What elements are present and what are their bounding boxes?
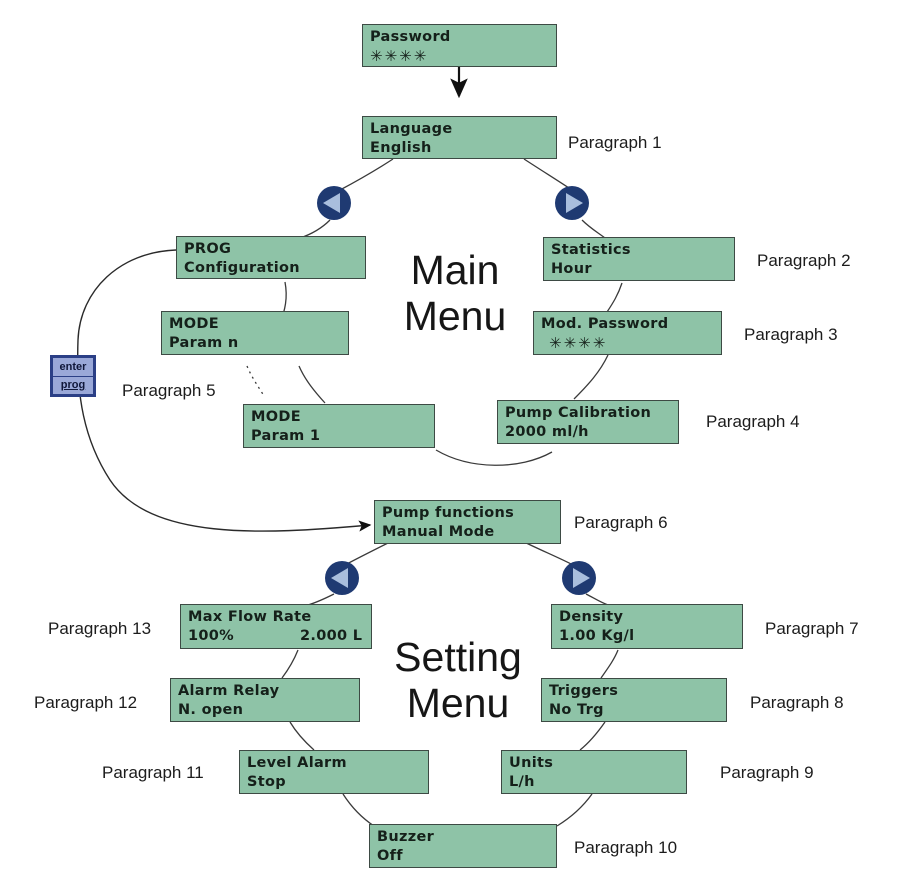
screen-max-flow-rate-line2: 100% 2.000 L [188, 627, 371, 646]
caption-paragraph-6: Paragraph 6 [574, 513, 668, 532]
triangle-right-icon [566, 193, 583, 213]
screen-password[interactable]: Password ✳✳✳✳ [362, 24, 557, 67]
enter-prog-key[interactable]: enter prog [50, 355, 96, 397]
setting-menu-prev-icon[interactable] [325, 561, 359, 595]
screen-max-flow-rate-percent: 100% [188, 628, 234, 644]
wire-mode-param-n-to-mode-param-1 [246, 365, 265, 397]
screen-mod-password-line1: Mod. Password [541, 316, 669, 332]
screen-mode-param-1[interactable]: MODE Param 1 [243, 404, 435, 448]
screen-statistics-line1: Statistics [551, 242, 631, 258]
screen-mode-param-1-line1: MODE [251, 409, 301, 425]
caption-paragraph-3: Paragraph 3 [744, 325, 838, 344]
caption-paragraph-9: Paragraph 9 [720, 763, 814, 782]
screen-triggers-line1: Triggers [549, 683, 619, 699]
screen-triggers-line2: No Trg [549, 702, 604, 718]
setting-menu-title-line1: Setting [394, 634, 522, 680]
caption-paragraph-2: Paragraph 2 [757, 251, 851, 270]
screen-density-line2: 1.00 Kg/l [559, 628, 635, 644]
wire-language-to-left-nav [339, 158, 394, 191]
screen-density[interactable]: Density 1.00 Kg/l [551, 604, 743, 649]
enter-prog-key-line2: prog [60, 379, 86, 391]
screen-mode-param-1-line2: Param 1 [251, 428, 321, 444]
screen-pump-functions-line2: Manual Mode [382, 524, 495, 540]
screen-mode-param-n-line1: MODE [169, 316, 219, 332]
screen-alarm-relay[interactable]: Alarm Relay N. open [170, 678, 360, 722]
wire-units-to-buzzer [556, 793, 593, 827]
wire-mode-param-1-to-pump-calibration [435, 449, 553, 466]
screen-buzzer[interactable]: Buzzer Off [369, 824, 557, 868]
screen-mod-password-line2: ✳✳✳✳ [549, 334, 608, 352]
wire-language-to-right-nav [523, 158, 573, 191]
enter-prog-key-line1: enter [53, 359, 93, 377]
screen-language-line2: English [370, 140, 432, 156]
wire-right-nav-to-statistics [581, 219, 606, 239]
wire-alarm-relay-to-level-alarm [289, 721, 315, 751]
wire-triggers-to-units [579, 721, 606, 751]
wire-max-flow-to-alarm-relay [281, 649, 299, 679]
screen-language[interactable]: Language English [362, 116, 557, 159]
caption-paragraph-8: Paragraph 8 [750, 693, 844, 712]
wire-level-alarm-to-buzzer [342, 793, 375, 827]
setting-menu-title-line2: Menu [406, 680, 510, 726]
screen-units-line2: L/h [509, 774, 535, 790]
screen-statistics[interactable]: Statistics Hour [543, 237, 735, 281]
screen-buzzer-line2: Off [377, 848, 403, 864]
screen-pump-calibration-line2: 2000 ml/h [505, 424, 589, 440]
screen-mod-password[interactable]: Mod. Password ✳✳✳✳ [533, 311, 722, 355]
setting-menu-next-icon[interactable] [562, 561, 596, 595]
caption-paragraph-4: Paragraph 4 [706, 412, 800, 431]
screen-buzzer-line1: Buzzer [377, 829, 435, 845]
screen-level-alarm-line2: Stop [247, 774, 286, 790]
wire-statistics-to-mod-password [606, 282, 623, 313]
caption-paragraph-10: Paragraph 10 [574, 838, 678, 857]
caption-paragraph-7: Paragraph 7 [765, 619, 859, 638]
main-menu-title: Main Menu [380, 247, 530, 339]
screen-level-alarm-line1: Level Alarm [247, 755, 347, 771]
caption-paragraph-12: Paragraph 12 [34, 693, 138, 712]
screen-mode-param-n[interactable]: MODE Param n [161, 311, 349, 355]
diagram-canvas: Password ✳✳✳✳ Language English Paragraph… [0, 0, 898, 883]
screen-prog[interactable]: PROG Configuration [176, 236, 366, 279]
main-menu-title-line1: Main [410, 247, 500, 293]
screen-max-flow-rate[interactable]: Max Flow Rate 100% 2.000 L [180, 604, 372, 649]
screen-units[interactable]: Units L/h [501, 750, 687, 794]
screen-mode-param-n-line2: Param n [169, 335, 239, 351]
screen-statistics-line2: Hour [551, 261, 592, 277]
screen-pump-calibration[interactable]: Pump Calibration 2000 ml/h [497, 400, 679, 444]
wire-mode-param-n-to-param-1-b [298, 365, 326, 404]
screen-alarm-relay-line1: Alarm Relay [178, 683, 280, 699]
screen-alarm-relay-line2: N. open [178, 702, 244, 718]
triangle-left-icon [323, 193, 340, 213]
screen-prog-line1: PROG [184, 241, 232, 257]
wire-mod-password-to-pump-calibration [573, 354, 609, 400]
screen-density-line1: Density [559, 609, 624, 625]
screen-units-line1: Units [509, 755, 554, 771]
screen-max-flow-rate-volume: 2.000 L [300, 628, 363, 644]
wire-density-to-triggers [600, 649, 619, 679]
main-menu-next-icon[interactable] [555, 186, 589, 220]
screen-pump-functions-line1: Pump functions [382, 505, 515, 521]
caption-paragraph-13: Paragraph 13 [48, 619, 152, 638]
screen-password-line1: Password [370, 29, 451, 45]
screen-level-alarm[interactable]: Level Alarm Stop [239, 750, 429, 794]
screen-prog-line2: Configuration [184, 260, 300, 276]
triangle-left-icon [331, 568, 348, 588]
screen-password-line2: ✳✳✳✳ [370, 47, 429, 65]
triangle-right-icon [573, 568, 590, 588]
main-menu-title-line2: Menu [403, 293, 507, 339]
caption-paragraph-5: Paragraph 5 [122, 381, 216, 400]
main-menu-prev-icon[interactable] [317, 186, 351, 220]
screen-max-flow-rate-line1: Max Flow Rate [188, 609, 312, 625]
screen-pump-functions[interactable]: Pump functions Manual Mode [374, 500, 561, 544]
screen-pump-calibration-line1: Pump Calibration [505, 405, 652, 421]
caption-paragraph-1: Paragraph 1 [568, 133, 662, 152]
screen-language-line1: Language [370, 121, 453, 137]
setting-menu-title: Setting Menu [376, 634, 540, 726]
caption-paragraph-11: Paragraph 11 [102, 763, 204, 782]
screen-triggers[interactable]: Triggers No Trg [541, 678, 727, 722]
